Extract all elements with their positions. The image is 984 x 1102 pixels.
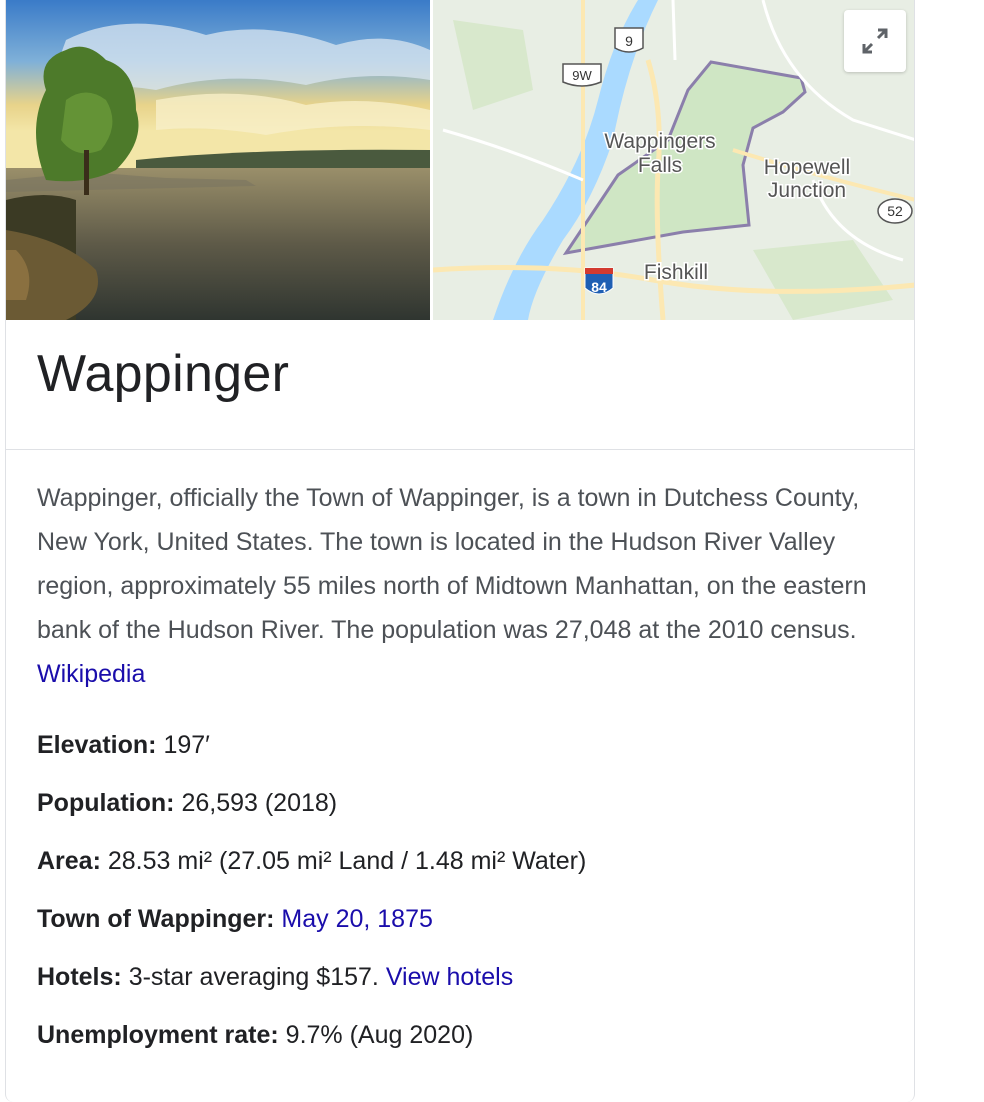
fact-hotels: Hotels: 3-star averaging $157. View hote… (37, 955, 897, 1013)
route-9w-shield: 9W (562, 63, 602, 87)
svg-text:9W: 9W (572, 68, 592, 83)
facts-list: Elevation: 197′ Population: 26,593 (2018… (37, 723, 897, 1071)
route-9-shield: 9 (614, 27, 644, 53)
route-52-shield: 52 (877, 198, 913, 224)
fact-label: Population: (37, 789, 175, 817)
fact-label: Unemployment rate: (37, 1021, 279, 1049)
map-label-wappingers: Wappingers (604, 130, 715, 153)
panel-description: Wappinger, officially the Town of Wappin… (37, 476, 887, 696)
map-label-junction: Junction (768, 179, 846, 202)
interstate-84-shield: 84 (584, 267, 614, 295)
fact-area: Area: 28.53 mi² (27.05 mi² Land / 1.48 m… (37, 839, 897, 897)
fact-town-founded: Town of Wappinger: May 20, 1875 (37, 897, 897, 955)
fact-label: Area: (37, 847, 101, 875)
description-text: Wappinger, officially the Town of Wappin… (37, 484, 867, 644)
fact-value: 26,593 (2018) (181, 789, 338, 817)
fact-elevation: Elevation: 197′ (37, 723, 897, 781)
svg-text:84: 84 (591, 279, 607, 295)
fact-value: 197′ (163, 731, 210, 759)
fact-value: 28.53 mi² (27.05 mi² Land / 1.48 mi² Wat… (107, 847, 587, 875)
fact-value: 9.7% (Aug 2020) (285, 1021, 474, 1049)
fact-population: Population: 26,593 (2018) (37, 781, 897, 839)
lake-photo-image (6, 0, 430, 320)
map-label-falls: Falls (638, 154, 682, 177)
fact-label: Town of Wappinger: (37, 905, 275, 933)
fact-unemployment-rate: Unemployment rate: 9.7% (Aug 2020) (37, 1013, 897, 1071)
svg-text:9: 9 (625, 33, 633, 49)
fact-value: 3-star averaging $157. (128, 963, 379, 991)
knowledge-panel: 9 9W 52 84 Wappingers Falls Hopewell Jun… (5, 0, 915, 1102)
map-label-fishkill: Fishkill (644, 261, 708, 284)
town-map[interactable]: 9 9W 52 84 Wappingers Falls Hopewell Jun… (433, 0, 914, 320)
expand-icon (862, 28, 888, 54)
map-label-hopewell: Hopewell (764, 156, 850, 179)
map-image: 9 9W 52 84 Wappingers Falls Hopewell Jun… (433, 0, 914, 320)
svg-text:52: 52 (887, 203, 903, 219)
town-photo[interactable] (6, 0, 430, 320)
expand-map-button[interactable] (844, 10, 906, 72)
view-hotels-link[interactable]: View hotels (386, 963, 513, 991)
fact-label: Elevation: (37, 731, 157, 759)
wikipedia-link[interactable]: Wikipedia (37, 660, 145, 688)
panel-hero: 9 9W 52 84 Wappingers Falls Hopewell Jun… (6, 0, 914, 320)
title-section: Wappinger (6, 320, 914, 450)
panel-title: Wappinger (37, 345, 290, 403)
founded-date-link[interactable]: May 20, 1875 (281, 905, 433, 933)
fact-label: Hotels: (37, 963, 122, 991)
